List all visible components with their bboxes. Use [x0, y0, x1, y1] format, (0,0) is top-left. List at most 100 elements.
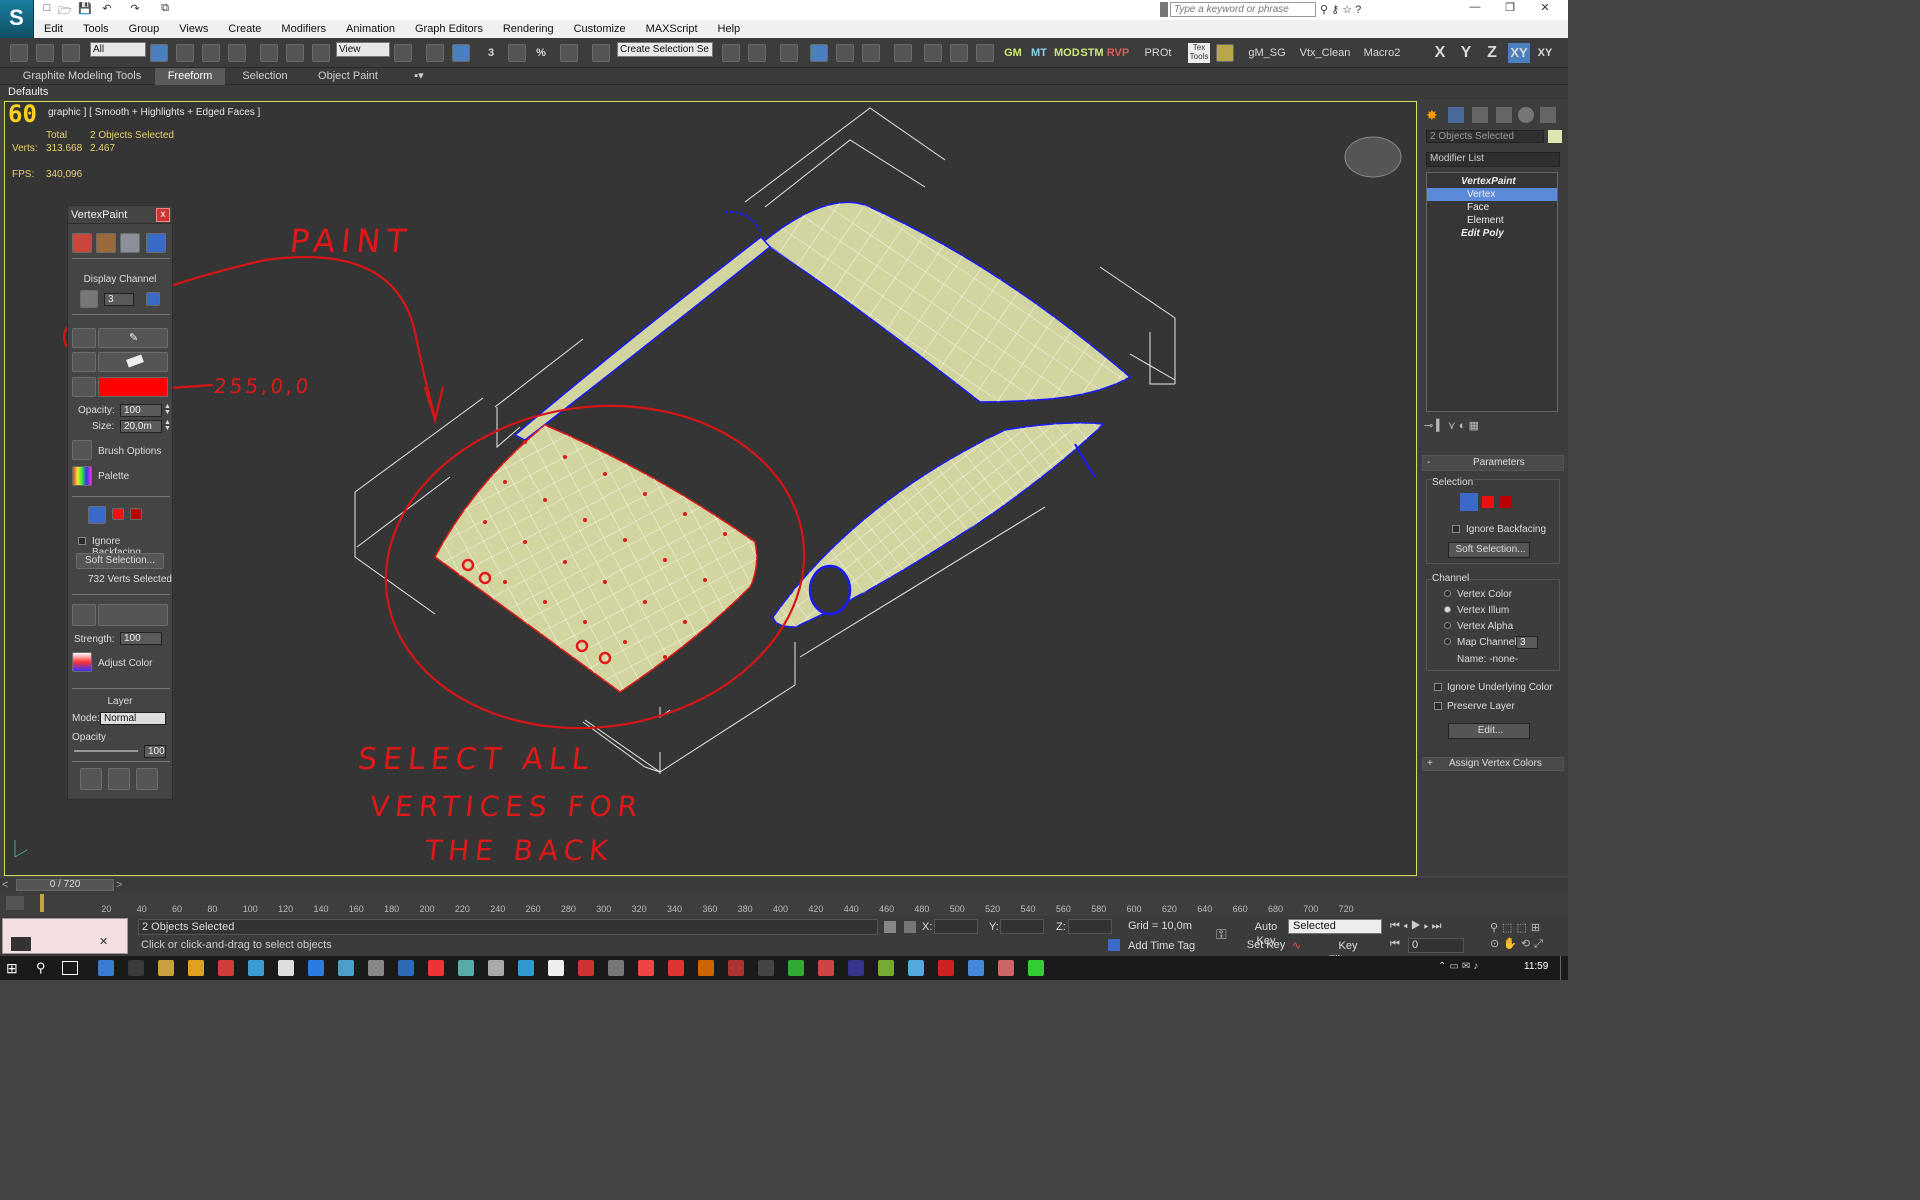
taskbar-app-icon[interactable] — [128, 960, 144, 976]
axis-z-button[interactable]: Z — [1482, 43, 1502, 63]
taskbar-app-icon[interactable] — [878, 960, 894, 976]
close-button[interactable]: ✕ — [1530, 1, 1560, 14]
infocenter-icons[interactable]: ⚲ ⚷ ☆ ? — [1320, 3, 1410, 17]
face-selection-icon[interactable] — [112, 508, 124, 520]
taskbar-app-icon[interactable] — [608, 960, 624, 976]
menu-tools[interactable]: Tools — [73, 23, 119, 35]
y-coordinate-field[interactable] — [1000, 919, 1044, 934]
paint-brush-button[interactable]: ✎ — [98, 328, 168, 348]
layer-manager-icon[interactable] — [780, 44, 798, 62]
utilities-tab-icon[interactable] — [1540, 107, 1556, 123]
parameters-rollout-header[interactable]: - Parameters — [1422, 455, 1564, 471]
minimize-button[interactable]: — — [1460, 1, 1490, 13]
menu-create[interactable]: Create — [218, 23, 271, 35]
menu-edit[interactable]: Edit — [34, 23, 73, 35]
size-spinner[interactable]: 20,0m — [120, 420, 162, 433]
time-tag-icon[interactable] — [1108, 939, 1120, 951]
taskbar-app-icon[interactable] — [698, 960, 714, 976]
display-channel-spinner[interactable]: 3 — [104, 293, 134, 306]
cp-soft-selection-button[interactable]: Soft Selection... — [1448, 542, 1530, 558]
undo-icon[interactable]: ↶ — [100, 2, 114, 16]
layer-opacity-slider[interactable] — [74, 750, 138, 752]
modifier-stack-item[interactable]: Element — [1427, 214, 1557, 227]
ignore-underlying-checkbox[interactable] — [1434, 683, 1442, 691]
assign-vertex-colors-rollout[interactable]: + Assign Vertex Colors — [1422, 757, 1564, 771]
axis-xy-button[interactable]: XY — [1508, 43, 1530, 63]
script-stm-button[interactable]: STM — [1080, 43, 1104, 63]
taskbar-app-icon[interactable] — [518, 960, 534, 976]
taskbar-app-icon[interactable] — [758, 960, 774, 976]
key-mode-dropdown[interactable]: Selected — [1288, 919, 1382, 934]
angle-snap-icon[interactable] — [508, 44, 526, 62]
display-tab-icon[interactable] — [1518, 107, 1534, 123]
script-gm-button[interactable]: GM — [1002, 43, 1024, 63]
selection-filter-dropdown[interactable]: All — [90, 42, 146, 57]
merge-layers-icon[interactable] — [136, 768, 158, 790]
modifier-stack-item[interactable]: Vertex — [1427, 188, 1557, 201]
modifier-list-dropdown[interactable]: Modifier List — [1426, 152, 1560, 167]
menu-graph-editors[interactable]: Graph Editors — [405, 23, 493, 35]
vertex-selection-icon[interactable] — [88, 506, 106, 524]
pivot-center-icon[interactable] — [394, 44, 412, 62]
axis-x-button[interactable]: X — [1430, 43, 1450, 63]
render-icon[interactable] — [976, 44, 994, 62]
menu-animation[interactable]: Animation — [336, 23, 405, 35]
blur-brush-button[interactable] — [98, 604, 168, 626]
taskbar-app-icon[interactable] — [308, 960, 324, 976]
menu-maxscript[interactable]: MAXScript — [636, 23, 708, 35]
mirror-icon[interactable] — [722, 44, 740, 62]
taskbar-app-icon[interactable] — [728, 960, 744, 976]
element-mode-icon[interactable] — [1500, 496, 1512, 508]
window-crossing-icon[interactable] — [228, 44, 246, 62]
object-name-field[interactable]: 2 Objects Selected — [1426, 130, 1544, 143]
playback-controls-icons[interactable]: ⏮◂▶▸⏭ — [1390, 920, 1480, 934]
element-selection-icon[interactable] — [130, 508, 142, 520]
time-slider-thumb[interactable]: 0 / 720 — [16, 879, 114, 891]
tex-tools-button[interactable]: Tex Tools — [1188, 43, 1210, 63]
taskbar-app-icon[interactable] — [788, 960, 804, 976]
vertex-shield-icon[interactable] — [146, 233, 166, 253]
listener-close-icon[interactable]: ✕ — [99, 935, 108, 948]
modifier-stack-item[interactable]: Edit Poly — [1427, 227, 1557, 240]
time-slider-next-button[interactable]: > — [116, 879, 128, 891]
paint-color-swatch[interactable] — [98, 377, 168, 397]
reference-coordinate-dropdown[interactable]: View — [336, 42, 390, 57]
viewport-label[interactable]: graphic ] [ Smooth + Highlights + Edged … — [48, 107, 260, 118]
system-tray-icons[interactable]: ⌃▭✉♪ — [1438, 961, 1518, 975]
x-coordinate-field[interactable] — [934, 919, 978, 934]
menu-group[interactable]: Group — [119, 23, 170, 35]
hierarchy-tab-icon[interactable] — [1472, 107, 1488, 123]
auto-key-button[interactable]: Auto Key — [1246, 920, 1286, 947]
taskbar-app-icon[interactable] — [248, 960, 264, 976]
mini-curve-editor-icon[interactable] — [6, 896, 24, 910]
adjust-color-icon[interactable] — [72, 652, 92, 672]
script-prot-button[interactable]: PROt — [1140, 43, 1176, 63]
taskbar-app-icon[interactable] — [668, 960, 684, 976]
set-key-button[interactable]: Set Key — [1246, 938, 1286, 953]
named-selection-dropdown[interactable]: Create Selection Se — [617, 42, 713, 57]
search-input[interactable]: Type a keyword or phrase — [1170, 2, 1316, 17]
edit-button[interactable]: Edit... — [1448, 723, 1530, 739]
erase-button[interactable] — [98, 352, 168, 372]
taskbar-app-icon[interactable] — [428, 960, 444, 976]
cp-ignore-backfacing-checkbox[interactable] — [1452, 525, 1460, 533]
brush-options-icon[interactable] — [72, 440, 92, 460]
percent-snap-toggle[interactable]: % — [534, 43, 548, 63]
tab-freeform[interactable]: Freeform — [155, 68, 225, 85]
move-icon[interactable] — [260, 44, 278, 62]
opacity-spinner[interactable]: 100 — [120, 404, 162, 417]
taskbar-app-icon[interactable] — [818, 960, 834, 976]
map-channel-spinner[interactable]: 3 — [1516, 636, 1538, 649]
add-time-tag-label[interactable]: Add Time Tag — [1128, 940, 1195, 952]
start-icon[interactable]: ⊞ — [6, 960, 18, 977]
modify-tab-icon[interactable] — [1448, 107, 1464, 123]
taskbar-app-icon[interactable] — [278, 960, 294, 976]
display-channel-cube-icon[interactable] — [80, 290, 98, 308]
create-tab-icon[interactable]: ✸ — [1426, 107, 1442, 123]
blur-brush-icon[interactable] — [72, 604, 96, 626]
taskbar-app-icon[interactable] — [398, 960, 414, 976]
restore-button[interactable]: ❐ — [1495, 1, 1525, 14]
select-object-icon[interactable] — [150, 44, 168, 62]
time-slider-prev-button[interactable]: < — [2, 879, 14, 891]
taskbar-app-icon[interactable] — [458, 960, 474, 976]
